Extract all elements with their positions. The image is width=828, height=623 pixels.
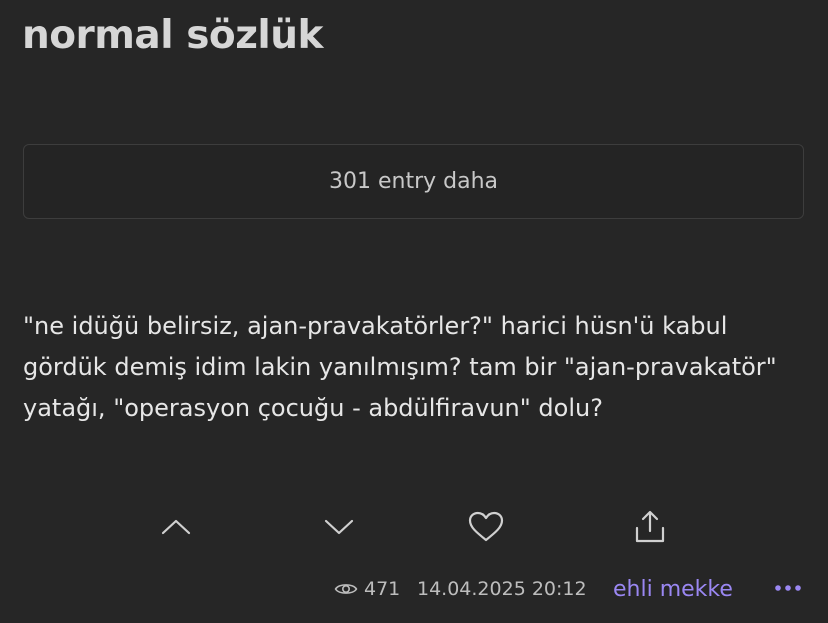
entry-date[interactable]: 14.04.2025 20:12 [417, 578, 587, 600]
chevron-down-icon [324, 519, 354, 535]
downvote-button[interactable] [317, 505, 361, 549]
favorite-button[interactable] [464, 505, 508, 549]
entry-content: "ne idüğü belirsiz, ajan-pravakatörler?"… [23, 312, 777, 422]
more-entries-button[interactable]: 301 entry daha [23, 144, 804, 219]
eye-icon [334, 584, 358, 594]
more-entries-label: 301 entry daha [328, 169, 499, 194]
more-options-button[interactable] [771, 574, 805, 602]
page-title[interactable]: normal sözlük [22, 10, 323, 62]
heart-icon [468, 511, 504, 542]
author-link[interactable]: ehli mekke [613, 577, 733, 602]
chevron-up-icon [161, 519, 191, 535]
upvote-button[interactable] [154, 505, 198, 549]
more-dots-icon [775, 585, 801, 591]
share-icon [635, 510, 665, 543]
entry-footer: 471 14.04.2025 20:12 ehli mekke [0, 570, 828, 610]
share-button[interactable] [628, 505, 672, 549]
entry-actions [0, 505, 828, 549]
view-count: 471 [334, 578, 400, 600]
view-count-value: 471 [364, 578, 401, 600]
